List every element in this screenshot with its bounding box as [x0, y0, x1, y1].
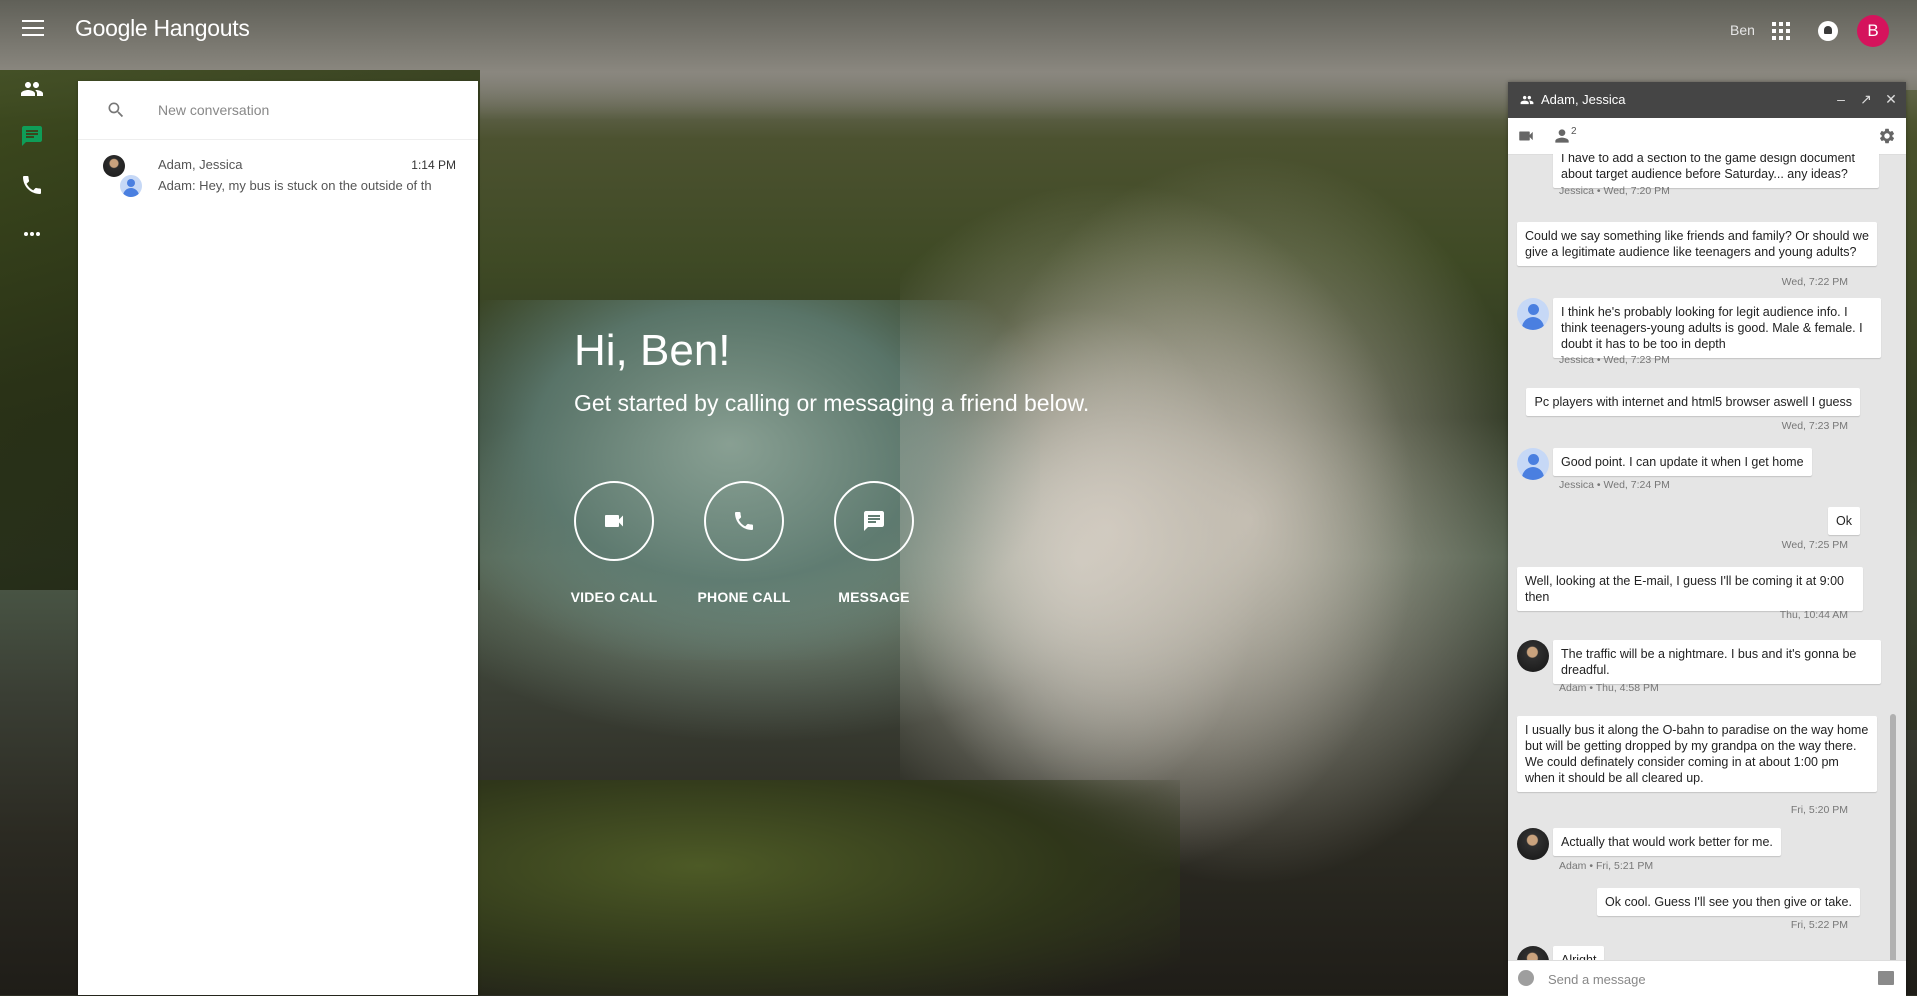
- message-meta: Jessica • Wed, 7:23 PM: [1559, 354, 1670, 366]
- greeting-subtitle: Get started by calling or messaging a fr…: [574, 390, 1090, 416]
- message-label: MESSAGE: [838, 589, 910, 605]
- user-name: Ben: [1730, 22, 1755, 38]
- message-bubble: The traffic will be a nightmare. I bus a…: [1553, 640, 1881, 684]
- phone-calls-icon[interactable]: [20, 173, 48, 197]
- apps-grid-icon[interactable]: [1772, 22, 1790, 40]
- video-call-button[interactable]: VIDEO CALL: [549, 481, 679, 605]
- message-meta: Fri, 5:22 PM: [1790, 919, 1848, 931]
- message-bubble: Actually that would work better for me.: [1553, 828, 1781, 856]
- message-meta: Jessica • Wed, 7:20 PM: [1559, 185, 1670, 197]
- message-bubble: Alright: [1553, 946, 1605, 960]
- group-icon: [1520, 95, 1534, 105]
- more-options-icon[interactable]: [20, 222, 48, 246]
- message-bubble: Ok cool. Guess I'll see you then give or…: [1597, 888, 1860, 916]
- message-bubble: I have to add a section to the game desi…: [1553, 154, 1879, 188]
- conversation-name: Adam, Jessica: [158, 157, 243, 172]
- avatar: [1517, 828, 1549, 860]
- conversation-preview: Adam: Hey, my bus is stuck on the outsid…: [158, 178, 432, 193]
- chat-title: Adam, Jessica: [1541, 92, 1626, 107]
- scrollbar[interactable]: [1890, 714, 1896, 960]
- message-bubble: Pc players with internet and html5 brows…: [1526, 388, 1860, 416]
- avatar: [118, 173, 144, 199]
- phone-call-button[interactable]: PHONE CALL: [679, 481, 809, 605]
- message-meta: Fri, 5:20 PM: [1790, 804, 1848, 816]
- conversation-list-panel: Adam, Jessica 1:14 PM Adam: Hey, my bus …: [78, 81, 478, 995]
- popout-icon[interactable]: ↗: [1858, 91, 1874, 107]
- conversations-icon[interactable]: [20, 124, 48, 148]
- minimize-icon[interactable]: –: [1833, 91, 1849, 107]
- settings-gear-icon[interactable]: [1878, 127, 1896, 145]
- close-icon[interactable]: ✕: [1883, 91, 1899, 107]
- message-list[interactable]: I have to add a section to the game desi…: [1508, 154, 1898, 960]
- message-meta: Wed, 7:25 PM: [1781, 539, 1848, 551]
- send-message-input[interactable]: [1546, 968, 1850, 990]
- message-meta: Adam • Fri, 5:21 PM: [1559, 860, 1654, 872]
- menu-icon[interactable]: [22, 20, 44, 38]
- avatar: [1517, 946, 1549, 960]
- greeting-title: Hi, Ben!: [574, 326, 731, 375]
- message-button[interactable]: MESSAGE: [809, 481, 939, 605]
- videocam-icon[interactable]: [1516, 127, 1536, 145]
- emoji-icon[interactable]: [1518, 970, 1534, 986]
- participant-count: 2: [1571, 126, 1577, 137]
- message-bubble: I think he's probably looking for legit …: [1553, 298, 1881, 358]
- video-call-label: VIDEO CALL: [570, 589, 658, 605]
- message-bubble: I usually bus it along the O-bahn to par…: [1517, 716, 1877, 792]
- videocam-icon: [605, 515, 623, 527]
- avatar: [1517, 640, 1549, 672]
- avatar: [103, 155, 125, 177]
- message-bubble: Ok: [1828, 507, 1860, 535]
- message-bubble: Well, looking at the E-mail, I guess I'l…: [1517, 567, 1863, 611]
- chat-input-row: [1508, 960, 1906, 996]
- chat-title-bar[interactable]: Adam, Jessica – ↗ ✕: [1508, 82, 1906, 118]
- person-icon[interactable]: [1552, 126, 1572, 146]
- new-conversation-input[interactable]: [156, 97, 460, 123]
- message-meta: Adam • Thu, 4:58 PM: [1559, 682, 1659, 694]
- conversation-time: 1:14 PM: [411, 158, 456, 172]
- message-meta: Wed, 7:22 PM: [1781, 276, 1848, 288]
- search-row: [78, 81, 478, 140]
- message-icon: [864, 511, 884, 531]
- image-icon[interactable]: [1878, 971, 1894, 985]
- avatar: [1517, 448, 1549, 480]
- message-meta: Wed, 7:23 PM: [1781, 420, 1848, 432]
- contacts-icon[interactable]: [20, 77, 48, 101]
- message-bubble: Good point. I can update it when I get h…: [1553, 448, 1812, 476]
- message-bubble: Could we say something like friends and …: [1517, 222, 1877, 266]
- search-icon: [108, 102, 124, 118]
- avatar: [1517, 298, 1549, 330]
- conversation-item[interactable]: Adam, Jessica 1:14 PM Adam: Hey, my bus …: [78, 147, 478, 203]
- chat-window: Adam, Jessica – ↗ ✕ 2 I have to add a se…: [1508, 82, 1906, 996]
- phone-call-label: PHONE CALL: [697, 589, 791, 605]
- message-meta: Thu, 10:44 AM: [1779, 609, 1848, 621]
- message-meta: Jessica • Wed, 7:24 PM: [1559, 479, 1670, 491]
- notifications-icon[interactable]: [1818, 21, 1838, 41]
- app-brand: Google Hangouts: [75, 15, 250, 41]
- phone-icon: [735, 512, 753, 530]
- top-bar: Google Hangouts Ben B: [0, 0, 1917, 60]
- account-avatar[interactable]: B: [1857, 15, 1889, 47]
- chat-toolbar: 2: [1508, 118, 1906, 155]
